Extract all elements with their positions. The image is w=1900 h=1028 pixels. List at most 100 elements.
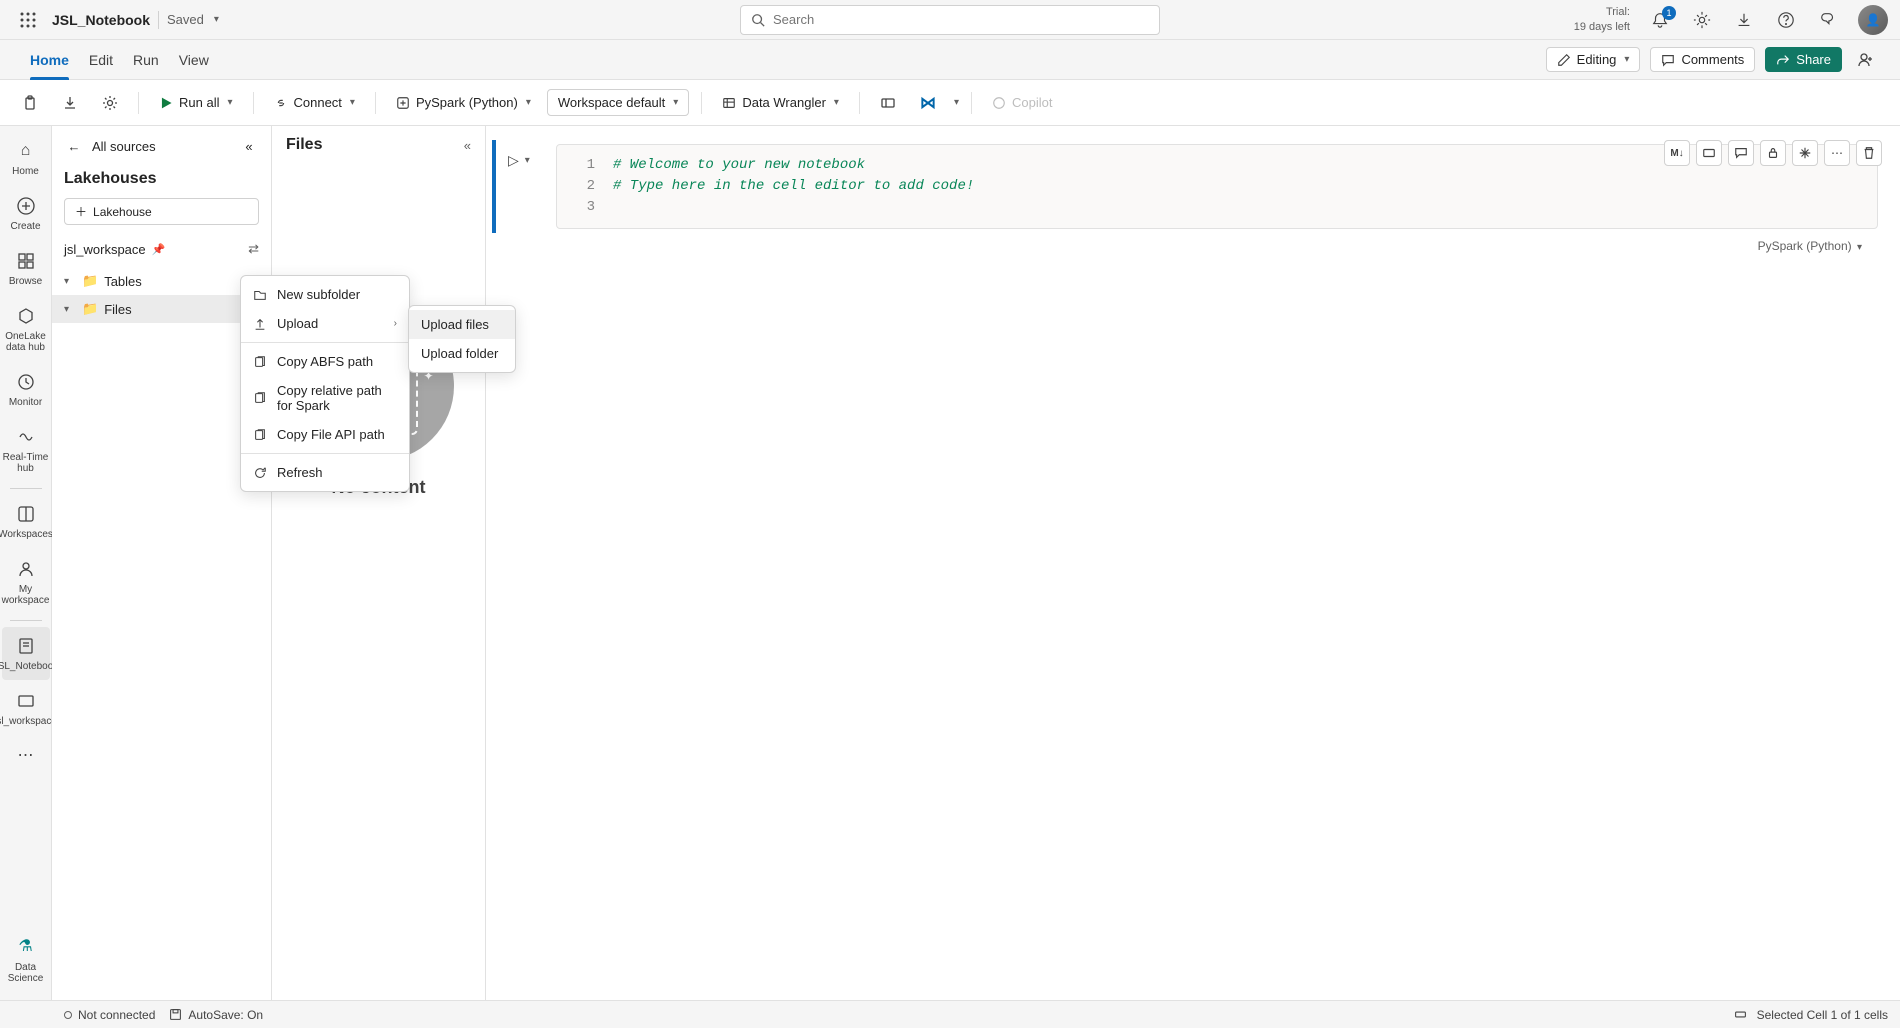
rail-current-notebook[interactable]: JSL_Notebook [2,627,50,680]
pin-icon[interactable]: 📌 [152,243,166,256]
rail-browse[interactable]: Browse [2,242,50,295]
rail-create[interactable]: Create [2,187,50,240]
tab-view[interactable]: View [169,40,219,80]
workspace-selector[interactable]: Workspace default ▾ [547,89,689,116]
connection-label: Not connected [78,1008,155,1022]
cell-delete-icon[interactable] [1856,140,1882,166]
menu-copy-rel-spark[interactable]: Copy relative path for Spark [241,376,409,420]
all-sources-label[interactable]: All sources [92,139,156,154]
clipboard-icon[interactable] [14,90,46,116]
download-icon[interactable] [1732,8,1756,32]
main-area: ⌂Home Create Browse OneLake data hub Mon… [0,126,1900,1000]
gear-toolbar-icon[interactable] [94,90,126,116]
connection-status[interactable]: Not connected [64,1008,155,1022]
copilot-button: Copilot [984,90,1060,115]
selection-icon [1734,1008,1747,1021]
rail-home[interactable]: ⌂Home [2,132,50,185]
menu-copy-abfs[interactable]: Copy ABFS path [241,347,409,376]
rail-sep [10,620,42,621]
rail-label: OneLake data hub [2,331,50,353]
toolbar: Run all ▾ Connect ▾ PySpark (Python) ▾ W… [0,80,1900,126]
cell-lock-icon[interactable] [1760,140,1786,166]
rail-more[interactable]: ⋯ [2,737,50,775]
status-dot-icon [64,1011,72,1019]
toolbar-sep [253,92,254,114]
selection-label: Selected Cell 1 of 1 cells [1757,1008,1888,1022]
menu-upload[interactable]: Upload › [241,309,409,338]
rail-realtime[interactable]: Real-Time hub [2,418,50,482]
workspace-row[interactable]: jsl_workspace 📌 ⇄ [52,237,271,267]
search-input[interactable] [773,12,1149,27]
user-avatar[interactable]: 👤 [1858,5,1888,35]
rail-label: Workspaces [0,529,53,540]
title-divider [158,11,159,29]
add-lakehouse-button[interactable]: ＋ Lakehouse [64,198,259,225]
run-all-button[interactable]: Run all ▾ [151,90,241,115]
search-box[interactable] [740,5,1160,35]
expand-icon[interactable] [872,90,904,116]
chevron-down-icon[interactable]: ▾ [954,97,959,108]
data-wrangler-button[interactable]: Data Wrangler ▾ [714,90,847,115]
cell-freeze-icon[interactable] [1792,140,1818,166]
menu-refresh[interactable]: Refresh [241,458,409,487]
menu-new-subfolder[interactable]: New subfolder [241,280,409,309]
person-add-icon[interactable] [1852,46,1880,74]
settings-icon[interactable] [1690,8,1714,32]
files-panel-title: Files [286,136,322,154]
share-label: Share [1796,52,1831,67]
download-toolbar-icon[interactable] [54,90,86,116]
menu-label: Upload files [421,317,489,332]
files-panel: Files « ✦ ✦ No content [272,126,486,1000]
tab-run[interactable]: Run [123,40,169,80]
autosave-status[interactable]: AutoSave: On [169,1008,263,1022]
menu-upload-folder[interactable]: Upload folder [409,339,515,368]
chevron-down-icon[interactable]: ▾ [525,155,530,166]
vscode-icon[interactable]: ⋈ [912,88,944,118]
markdown-toggle-icon[interactable]: M↓ [1664,140,1690,166]
menu-sep [241,453,409,454]
rail-monitor[interactable]: Monitor [2,363,50,416]
chevron-down-icon: ▾ [834,97,839,108]
menu-sep [241,342,409,343]
status-bar: Not connected AutoSave: On Selected Cell… [0,1000,1900,1028]
notifications-icon[interactable]: 1 [1648,8,1672,32]
tree-tables[interactable]: ▾ 📁 Tables [52,267,271,295]
collapse-panel-icon[interactable]: « [239,136,259,156]
rail-data-science[interactable]: ⚗Data Science [2,928,50,992]
run-cell-icon[interactable]: ▷ [508,152,519,169]
code-text: # Type here in the cell editor to add co… [613,176,974,197]
cell-lang-selector[interactable]: PySpark (Python) ▾ [492,233,1882,253]
rail-workspaces[interactable]: Workspaces [2,495,50,548]
feedback-icon[interactable] [1816,8,1840,32]
back-arrow-icon[interactable]: ← [64,136,84,156]
help-icon[interactable] [1774,8,1798,32]
rail-onelake[interactable]: OneLake data hub [2,297,50,361]
home-icon: ⌂ [15,140,37,162]
menu-copy-file-api[interactable]: Copy File API path [241,420,409,449]
notebook-title[interactable]: JSL_Notebook [52,12,150,28]
tab-home[interactable]: Home [20,40,79,80]
menu-upload-files[interactable]: Upload files [409,310,515,339]
cell-comment-icon[interactable] [1728,140,1754,166]
cell-convert-icon[interactable] [1696,140,1722,166]
explorer-header: ← All sources « [52,136,271,166]
comments-button[interactable]: Comments [1650,47,1755,72]
trial-info: Trial: 19 days left [1574,5,1630,34]
refresh-workspace-icon[interactable]: ⇄ [248,241,259,257]
rail-my-workspace[interactable]: My workspace [2,550,50,614]
lakehouses-title: Lakehouses [52,166,271,198]
chevron-down-icon[interactable]: ▾ [214,14,219,25]
collapse-files-icon[interactable]: « [464,138,471,153]
rail-label: Real-Time hub [2,452,50,474]
share-button[interactable]: Share [1765,47,1842,72]
rail-label: jsl_workspace [0,716,57,727]
chevron-down-icon: ▾ [227,97,232,108]
editing-mode-button[interactable]: Editing ▾ [1546,47,1641,72]
connect-button[interactable]: Connect ▾ [266,90,363,115]
cell-more-icon[interactable]: ⋯ [1824,140,1850,166]
rail-jsl-workspace[interactable]: jsl_workspace [2,682,50,735]
app-launcher-icon[interactable] [12,4,44,36]
tab-edit[interactable]: Edit [79,40,123,80]
tree-files[interactable]: ▾ 📁 Files ⋯ [52,295,271,323]
kernel-selector[interactable]: PySpark (Python) ▾ [388,90,539,115]
